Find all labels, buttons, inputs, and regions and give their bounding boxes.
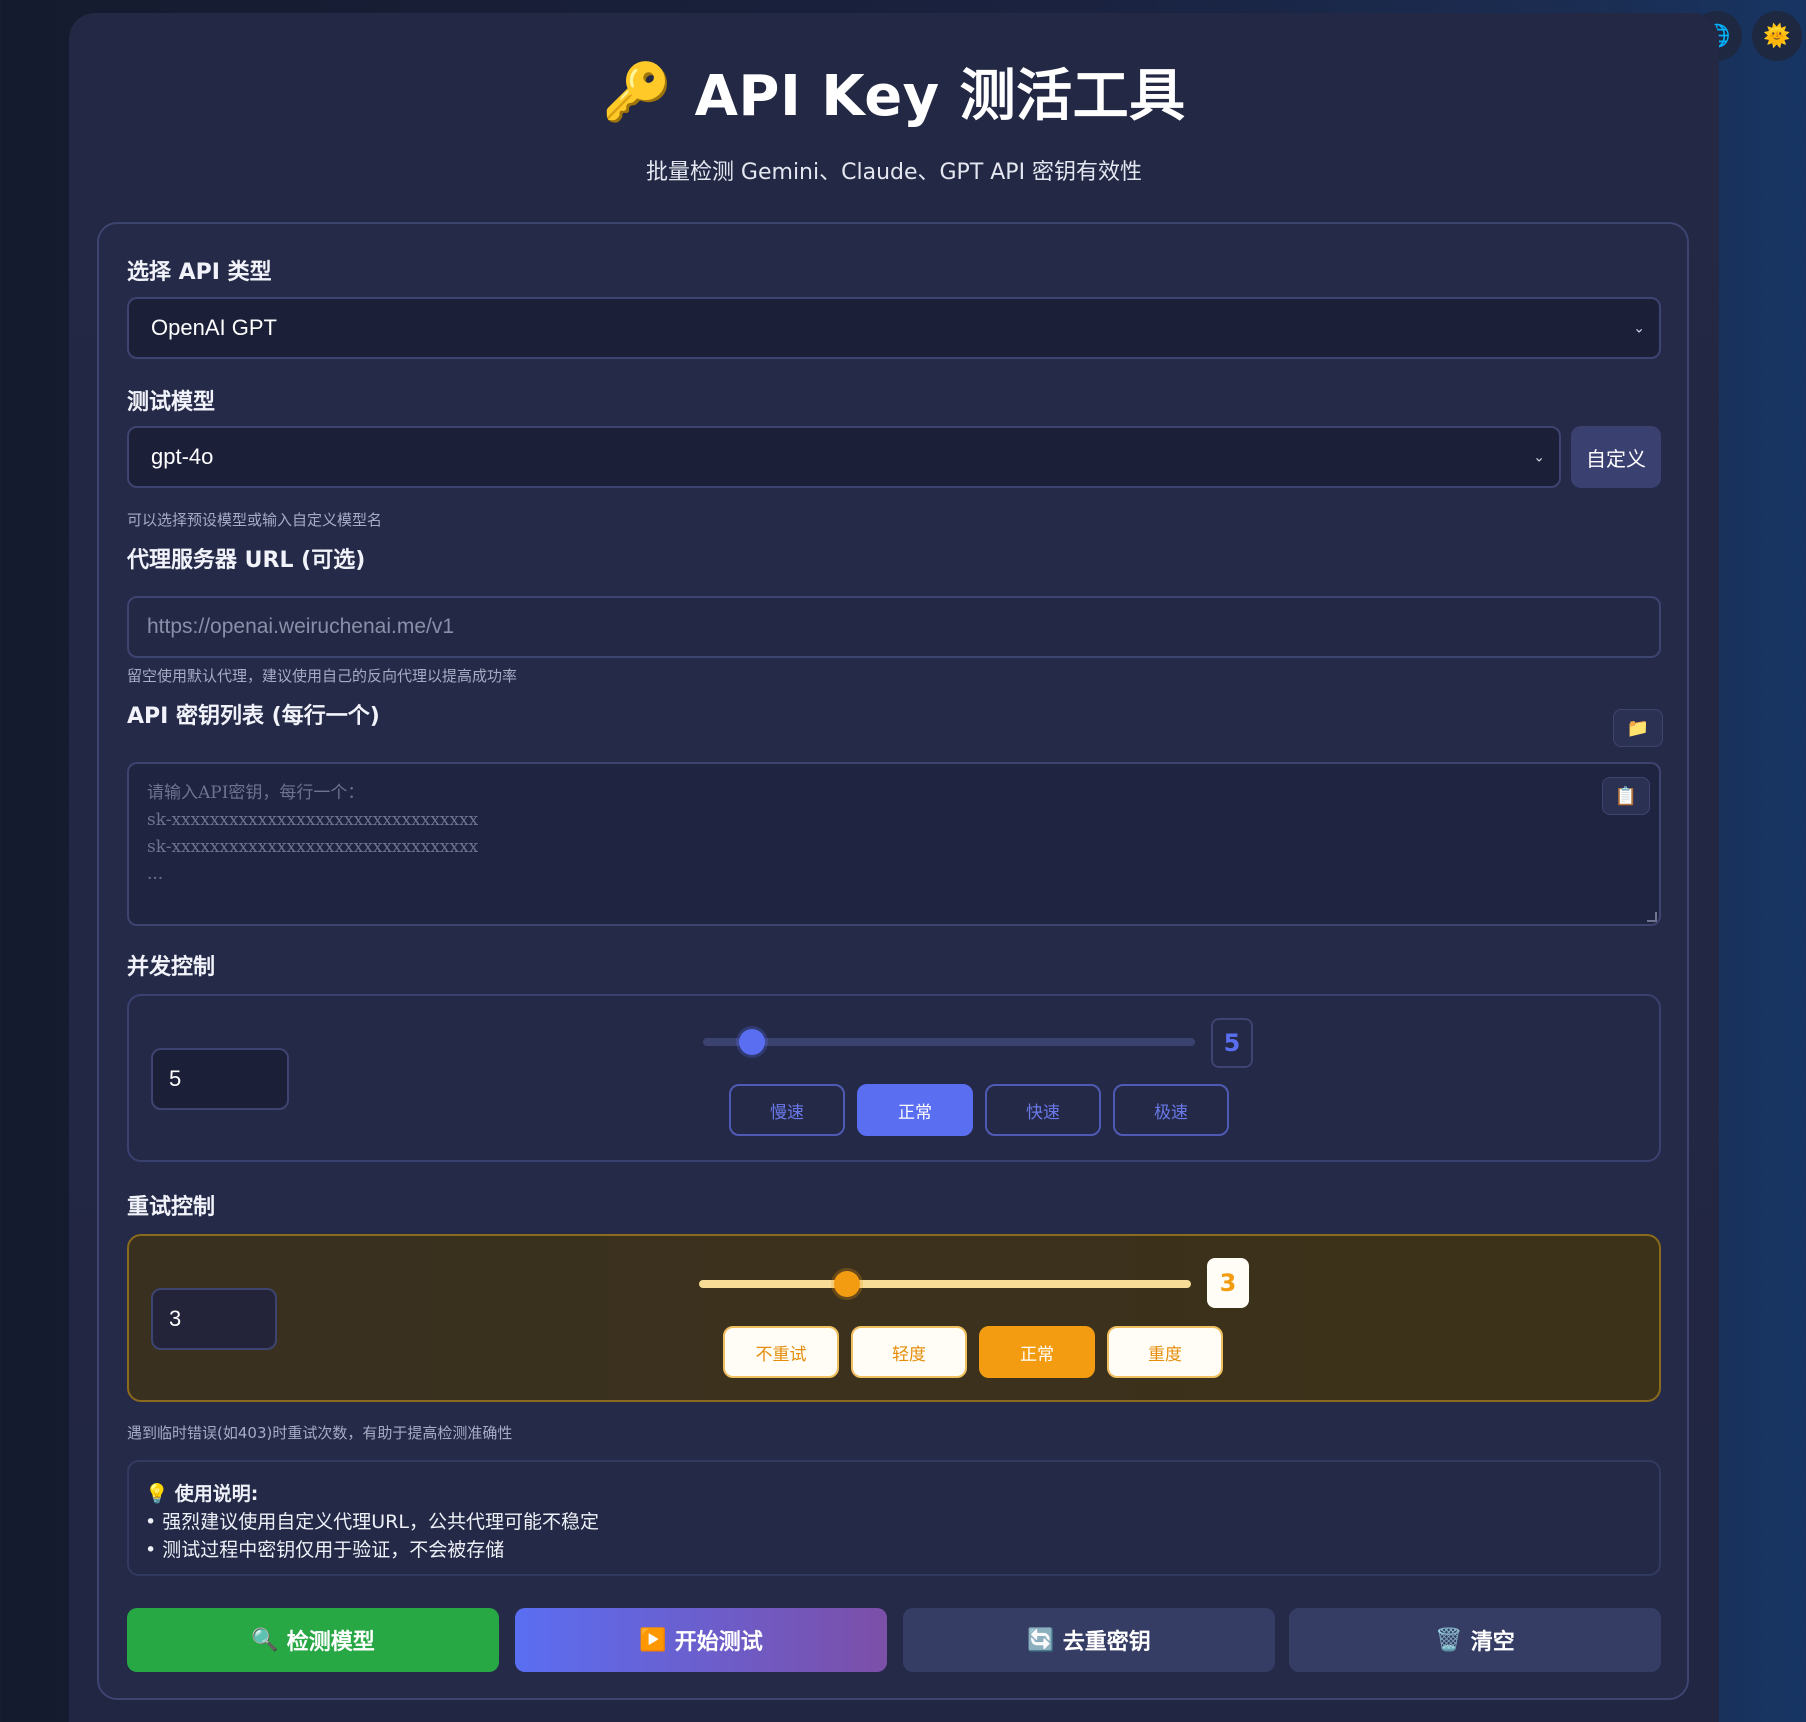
retry-panel: 3 3 不重试 轻度 正常 重度 <box>127 1234 1661 1402</box>
preset-no-retry[interactable]: 不重试 <box>723 1326 839 1378</box>
retry-slider-track[interactable] <box>699 1280 1191 1288</box>
concurrency-panel: 5 5 慢速 正常 快速 极速 <box>127 994 1661 1162</box>
settings-card: 选择 API 类型 OpenAI GPT ⌄ 测试模型 gpt-4o ⌄ 自定义… <box>97 222 1689 1700</box>
key-icon: 🔑 <box>602 59 673 125</box>
dedupe-keys-label: 去重密钥 <box>1062 1630 1151 1655</box>
custom-model-button[interactable]: 自定义 <box>1571 426 1661 488</box>
usage-notes: 💡 使用说明: • 强烈建议使用自定义代理URL，公共代理可能不稳定 • 测试过… <box>127 1460 1661 1576</box>
retry-value-badge: 3 <box>1207 1258 1249 1308</box>
preset-fast[interactable]: 快速 <box>985 1084 1101 1136</box>
preset-light[interactable]: 轻度 <box>851 1326 967 1378</box>
preset-normal[interactable]: 正常 <box>857 1084 973 1136</box>
page-subtitle: 批量检测 Gemini、Claude、GPT API 密钥有效性 <box>645 160 1143 185</box>
start-test-label: 开始测试 <box>674 1630 763 1655</box>
start-test-button[interactable]: ▶️ 开始测试 <box>515 1608 887 1672</box>
model-select[interactable]: gpt-4o ⌄ <box>127 426 1561 488</box>
preset-heavy[interactable]: 重度 <box>1107 1326 1223 1378</box>
main-container: 🔑 API Key 测活工具 批量检测 Gemini、Claude、GPT AP… <box>69 13 1719 1722</box>
page-title-row: 🔑 API Key 测活工具 <box>69 51 1719 132</box>
model-selected: gpt-4o <box>151 444 214 469</box>
model-hint: 可以选择预设模型或输入自定义模型名 <box>127 511 383 529</box>
api-type-selected: OpenAI GPT <box>151 315 277 340</box>
refresh-icon: 🔄 <box>1027 1627 1055 1653</box>
concurrency-number-input[interactable]: 5 <box>151 1048 289 1110</box>
concurrency-value-badge: 5 <box>1211 1018 1253 1068</box>
keys-label: API 密钥列表 (每行一个) <box>127 704 380 729</box>
preset-extreme[interactable]: 极速 <box>1113 1084 1229 1136</box>
retry-label: 重试控制 <box>127 1195 216 1220</box>
detect-models-button[interactable]: 🔍 检测模型 <box>127 1608 499 1672</box>
play-icon: ▶️ <box>639 1627 667 1653</box>
dedupe-keys-button[interactable]: 🔄 去重密钥 <box>903 1608 1275 1672</box>
concurrency-slider-thumb[interactable] <box>739 1029 766 1055</box>
notes-item: • 强烈建议使用自定义代理URL，公共代理可能不稳定 <box>145 1511 599 1533</box>
page-header: 🔑 API Key 测活工具 批量检测 Gemini、Claude、GPT AP… <box>69 13 1719 186</box>
page-title: API Key 测活工具 <box>694 64 1186 129</box>
folder-icon: 📁 <box>1626 717 1650 739</box>
theme-toggle-button[interactable]: 🌞 <box>1752 11 1802 61</box>
textarea-resize-handle[interactable] <box>1647 912 1657 922</box>
retry-number-input[interactable]: 3 <box>151 1288 277 1350</box>
api-type-select[interactable]: OpenAI GPT ⌄ <box>127 297 1661 359</box>
api-type-label: 选择 API 类型 <box>127 260 272 285</box>
preset-slow[interactable]: 慢速 <box>729 1084 845 1136</box>
lightbulb-icon: 💡 <box>145 1483 169 1505</box>
clipboard-icon: 📋 <box>1614 785 1638 807</box>
notes-title-row: 💡 使用说明: <box>145 1480 1643 1508</box>
concurrency-slider-track[interactable] <box>703 1038 1195 1046</box>
notes-title: 使用说明: <box>174 1483 259 1505</box>
proxy-hint: 留空使用默认代理，建议使用自己的反向代理以提高成功率 <box>127 667 518 685</box>
proxy-url-input[interactable]: https://openai.weiruchenai.me/v1 <box>127 596 1661 658</box>
proxy-label: 代理服务器 URL (可选) <box>127 548 366 573</box>
chevron-down-icon: ⌄ <box>1533 448 1545 465</box>
sun-icon: 🌞 <box>1763 23 1791 49</box>
model-label: 测试模型 <box>127 390 216 415</box>
retry-slider-thumb[interactable] <box>833 1271 860 1297</box>
retry-hint: 遇到临时错误(如403)时重试次数，有助于提高检测准确性 <box>127 1424 513 1442</box>
magnifier-icon: 🔍 <box>251 1627 279 1653</box>
concurrency-label: 并发控制 <box>127 955 216 980</box>
clear-button[interactable]: 🗑️ 清空 <box>1289 1608 1661 1672</box>
api-keys-textarea[interactable]: 请输入API密钥，每行一个： sk-xxxxxxxxxxxxxxxxxxxxxx… <box>127 762 1661 926</box>
clear-label: 清空 <box>1470 1630 1515 1655</box>
notes-item: • 测试过程中密钥仅用于验证，不会被存储 <box>145 1539 505 1561</box>
chevron-down-icon: ⌄ <box>1633 319 1645 336</box>
import-file-button[interactable]: 📁 <box>1613 709 1663 747</box>
trash-icon: 🗑️ <box>1435 1627 1463 1653</box>
preset-retry-normal[interactable]: 正常 <box>979 1326 1095 1378</box>
paste-button[interactable]: 📋 <box>1602 777 1650 815</box>
detect-models-label: 检测模型 <box>286 1630 375 1655</box>
